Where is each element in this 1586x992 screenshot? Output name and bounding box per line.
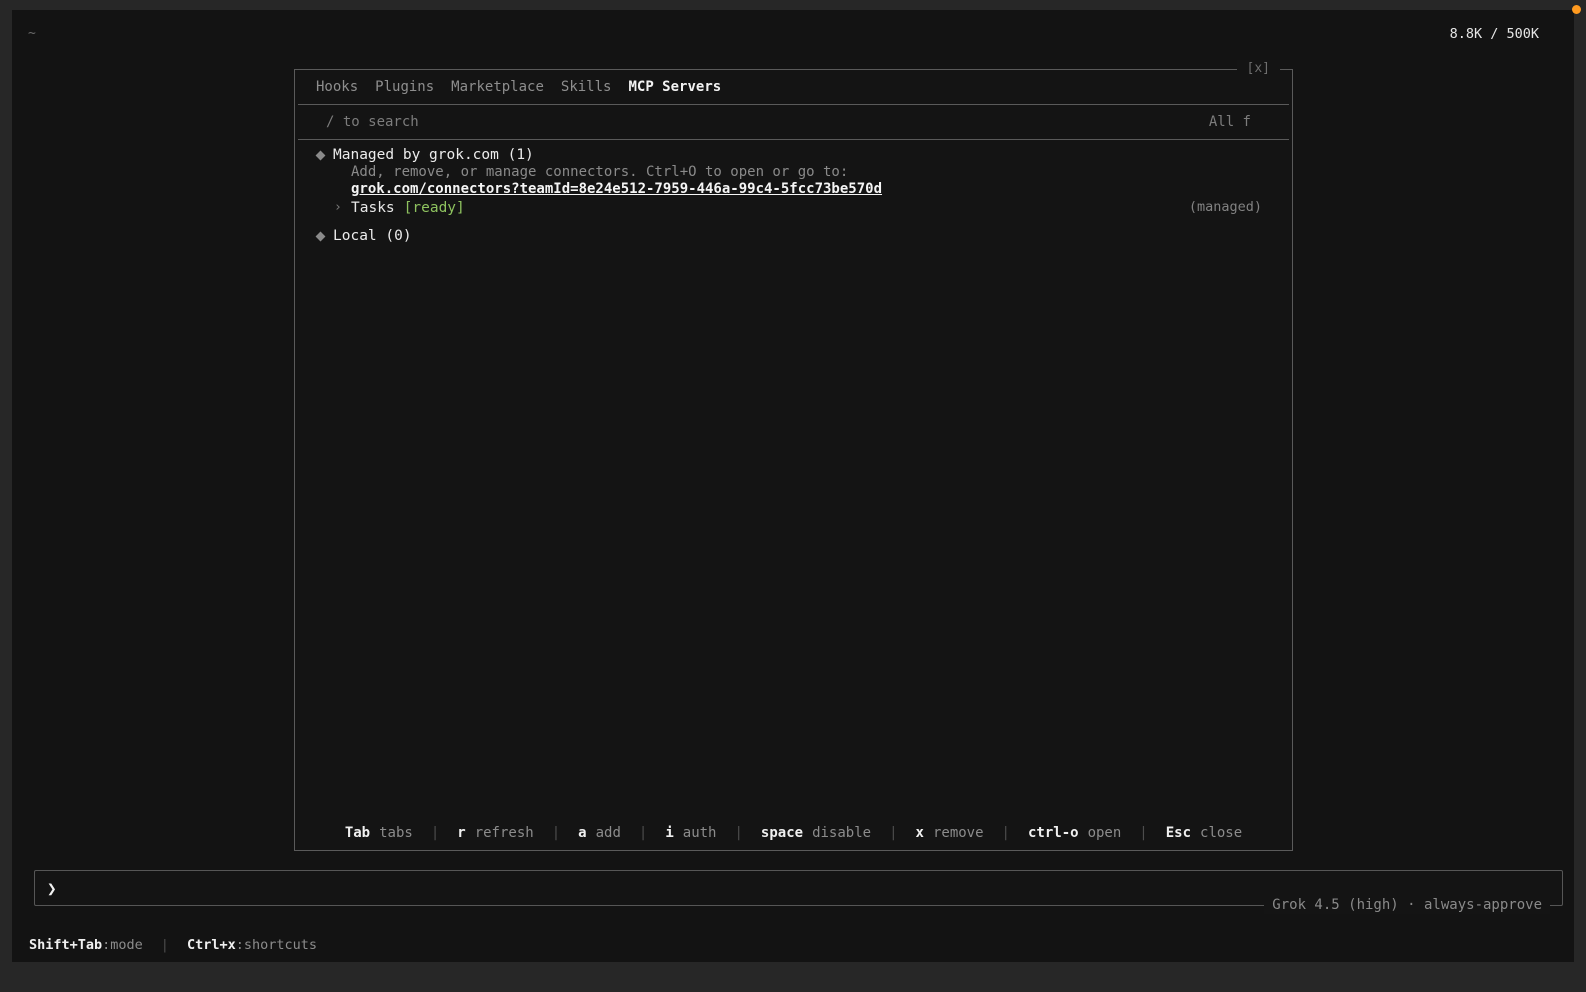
divider: | — [430, 825, 440, 841]
server-row-tasks[interactable]: › Tasks [ready] (managed) — [315, 199, 1262, 216]
hint-refresh[interactable]: r refresh — [457, 825, 533, 841]
diamond-bullet-icon — [315, 150, 326, 160]
model-selector[interactable]: Grok 4.5 (high) · always-approve — [1264, 896, 1550, 914]
working-directory: ~ — [28, 26, 36, 41]
prompt-box[interactable]: ❯ Grok 4.5 (high) · always-approve — [34, 870, 1563, 914]
keyboard-hints: Tab tabs | r refresh | a add | i auth | spac… — [295, 825, 1292, 841]
divider: | — [551, 825, 561, 841]
hint-open[interactable]: ctrl-o open — [1028, 825, 1121, 841]
hint-add[interactable]: a add — [578, 825, 621, 841]
group-title: Local (0) — [333, 228, 412, 244]
group-managed[interactable]: Managed by grok.com (1) — [315, 146, 1262, 164]
chevron-right-icon: › — [334, 200, 342, 215]
tab-bar: Hooks Plugins Marketplace Skills MCP Ser… — [298, 70, 1289, 105]
hint-auth[interactable]: i auth — [665, 825, 716, 841]
divider: | — [734, 825, 743, 841]
hint-close[interactable]: Esc close — [1166, 825, 1242, 841]
group-local[interactable]: Local (0) — [315, 227, 1262, 245]
server-name: Tasks — [351, 199, 395, 216]
divider: | — [1001, 825, 1010, 841]
divider: | — [638, 825, 648, 841]
status-bar: Shift+Tab:mode | Ctrl+x:shortcuts — [29, 937, 317, 953]
settings-modal: [x] Hooks Plugins Marketplace Skills MCP… — [294, 60, 1293, 851]
search-hint: / to search — [326, 114, 419, 130]
divider: | — [889, 825, 898, 841]
diamond-bullet-icon — [315, 231, 326, 241]
server-status-badge: [ready] — [403, 199, 465, 216]
tab-marketplace[interactable]: Marketplace — [451, 79, 544, 95]
prompt-caret-icon: ❯ — [47, 879, 57, 898]
server-list: Managed by grok.com (1) Add, remove, or … — [315, 146, 1262, 245]
group-description: Add, remove, or manage connectors. Ctrl+… — [351, 164, 849, 180]
hint-remove[interactable]: x remove — [916, 825, 984, 841]
group-title: Managed by grok.com (1) — [333, 147, 534, 163]
tab-skills[interactable]: Skills — [561, 79, 612, 95]
hint-disable[interactable]: space disable — [761, 825, 871, 841]
connectors-link[interactable]: grok.com/connectors?teamId=8e24e512-7959… — [351, 181, 882, 198]
shortcut-mode[interactable]: Shift+Tab:mode — [29, 937, 143, 953]
tab-hooks[interactable]: Hooks — [316, 79, 358, 95]
activity-indicator-dot — [1572, 5, 1581, 14]
hint-tabs[interactable]: Tab tabs — [345, 825, 413, 841]
server-tag: (managed) — [1188, 199, 1262, 215]
shortcut-shortcuts[interactable]: Ctrl+x:shortcuts — [187, 937, 317, 953]
divider: | — [1139, 825, 1148, 841]
filter-selector[interactable]: All f — [1209, 114, 1251, 130]
tab-mcp-servers[interactable]: MCP Servers — [628, 79, 721, 95]
tab-plugins[interactable]: Plugins — [375, 79, 434, 95]
token-counter: 8.8K / 500K — [1449, 26, 1539, 42]
divider: | — [160, 937, 169, 953]
search-bar[interactable]: / to search All f — [298, 105, 1289, 140]
